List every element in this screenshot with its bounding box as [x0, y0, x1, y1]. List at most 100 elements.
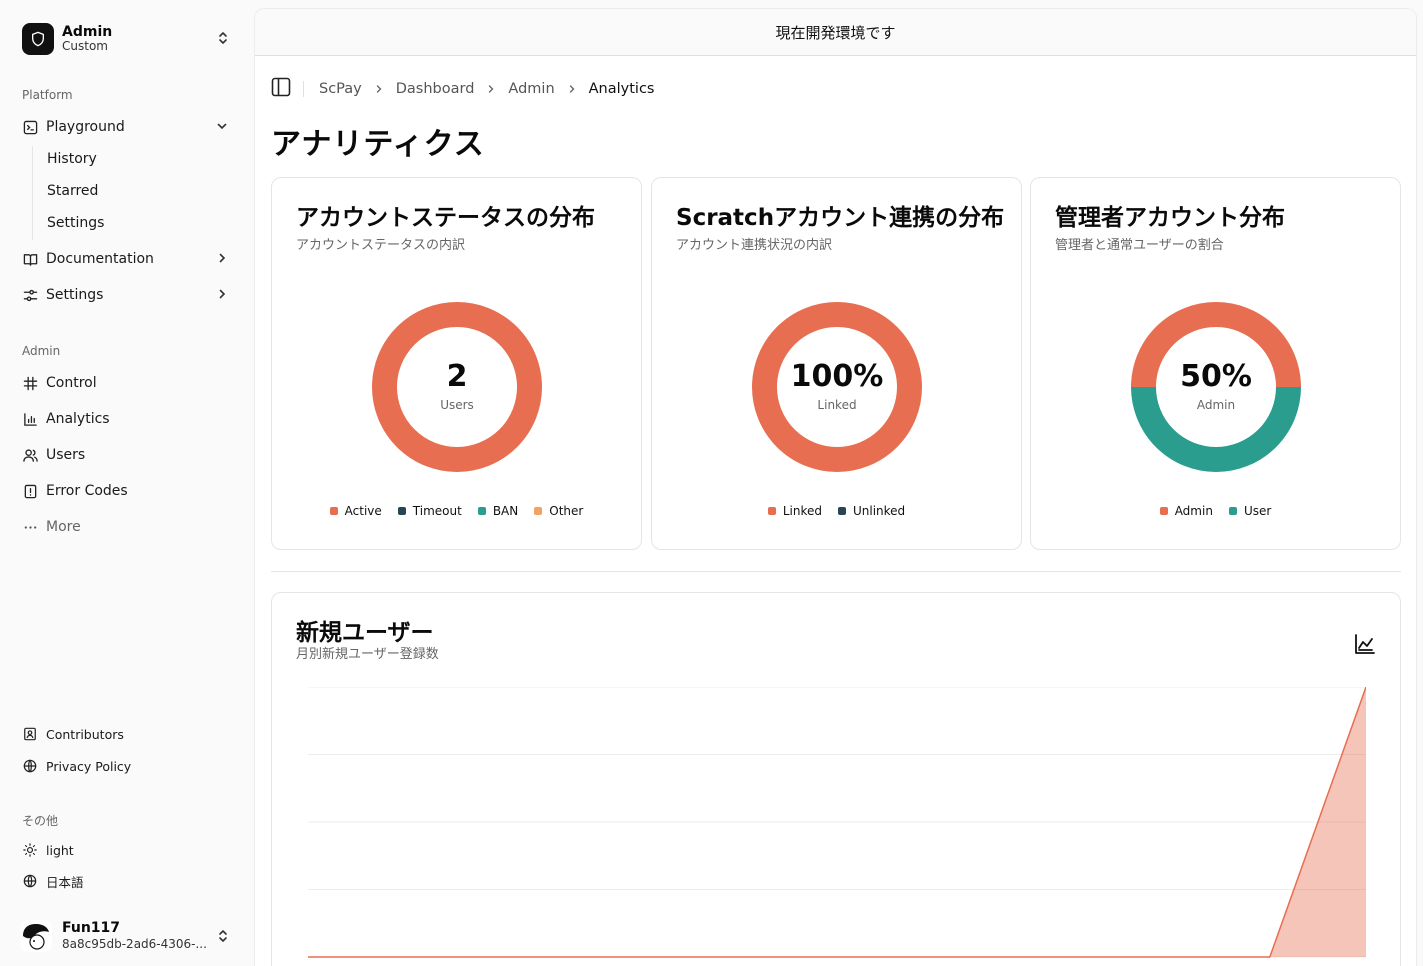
chevron-right-icon — [216, 288, 228, 304]
hash-icon — [22, 375, 38, 391]
donut-value: 100% — [790, 359, 884, 394]
legend-item-linked: Linked — [767, 504, 822, 518]
user-menu[interactable]: Fun117 8a8c95db-2ad6-4306-... — [14, 910, 240, 962]
card-title: アカウントステータスの分布 — [296, 205, 595, 231]
donut-value: 2 — [446, 359, 468, 394]
terminal-icon — [22, 119, 38, 135]
globe-icon — [22, 873, 38, 889]
sidebar-item-label: Error Codes — [46, 483, 128, 499]
legend-item-user: User — [1228, 504, 1271, 518]
legend-item-admin: Admin — [1159, 504, 1213, 518]
breadcrumb: ScPay Dashboard Admin Analytics — [319, 81, 655, 97]
legend-item-unlinked: Unlinked — [837, 504, 905, 518]
sidebar-item-playground[interactable]: Playground — [14, 112, 240, 142]
team-name: Admin — [62, 24, 113, 41]
chevron-right-icon — [567, 84, 577, 94]
breadcrumb-dashboard[interactable]: Dashboard — [396, 81, 475, 97]
sidebar-item-error-codes[interactable]: Error Codes — [14, 476, 240, 506]
users-icon — [22, 447, 38, 463]
card-subtitle: アカウント連携状況の内訳 — [676, 238, 833, 253]
language-toggle[interactable]: 日本語 — [14, 866, 240, 896]
donut-center: 50% Admin — [1131, 302, 1301, 472]
book-icon — [22, 251, 38, 267]
scratch-link-card: Scratchアカウント連携の分布 アカウント連携状況の内訳 100% Link… — [651, 177, 1022, 550]
platform-group-label: Platform — [22, 88, 73, 102]
topbar-separator — [303, 81, 304, 97]
sidebar-item-label: Analytics — [46, 411, 110, 427]
card-subtitle: アカウントステータスの内訳 — [296, 238, 466, 253]
legend: Linked Unlinked — [652, 504, 1021, 518]
topbar: ScPay Dashboard Admin Analytics — [271, 77, 655, 101]
sidebar-item-documentation[interactable]: Documentation — [14, 244, 240, 274]
donut-value: 50% — [1180, 359, 1252, 394]
chevron-down-icon — [216, 120, 228, 136]
account-status-card: アカウントステータスの分布 アカウントステータスの内訳 2 Users Acti… — [271, 177, 642, 550]
sidebar-item-users[interactable]: Users — [14, 440, 240, 470]
donut-label: Users — [440, 398, 474, 412]
card-subtitle: 月別新規ユーザー登録数 — [296, 647, 439, 662]
sidebar-item-more[interactable]: More — [14, 512, 240, 542]
avatar — [20, 920, 52, 952]
chevron-right-icon — [374, 84, 384, 94]
breadcrumb-scpay[interactable]: ScPay — [319, 81, 362, 97]
page-title: アナリティクス — [271, 127, 485, 162]
sidebar-item-privacy-policy[interactable]: Privacy Policy — [14, 751, 240, 781]
team-switcher[interactable]: Admin Custom — [14, 14, 240, 64]
sidebar-item-contributors[interactable]: Contributors — [14, 719, 240, 749]
language-label: 日本語 — [46, 874, 84, 890]
contact-icon — [22, 726, 38, 742]
sidebar-item-label: Playground — [46, 119, 125, 135]
sidebar-item-label: Control — [46, 375, 97, 391]
globe-lock-icon — [22, 758, 38, 774]
donut-label: Linked — [817, 398, 857, 412]
sidebar-item-label: Documentation — [46, 251, 154, 267]
sidebar-item-label: Privacy Policy — [46, 758, 132, 774]
new-users-area-chart — [308, 687, 1366, 958]
sidebar-item-analytics[interactable]: Analytics — [14, 404, 240, 434]
team-plan: Custom — [62, 39, 108, 54]
sidebar-item-label: Contributors — [46, 726, 124, 742]
sidebar-subitem-settings[interactable]: Settings — [38, 209, 104, 237]
sidebar-item-label: Users — [46, 447, 86, 463]
legend: Active Timeout BAN Other — [272, 504, 641, 518]
main-panel: 現在開発環境です ScPay Dashboard Admin Analytics… — [254, 8, 1417, 966]
sun-icon — [22, 842, 38, 858]
other-group-label: その他 — [22, 814, 59, 828]
submenu-line — [32, 146, 33, 240]
donut-center: 2 Users — [372, 302, 542, 472]
legend-item-other: Other — [534, 504, 583, 518]
shield-icon — [22, 23, 54, 55]
theme-label: light — [46, 842, 74, 858]
breadcrumb-analytics: Analytics — [588, 81, 655, 97]
sidebar-item-control[interactable]: Control — [14, 368, 240, 398]
user-id: 8a8c95db-2ad6-4306-... — [62, 937, 207, 952]
theme-toggle[interactable]: light — [14, 835, 240, 865]
sidebar-toggle-icon[interactable] — [271, 77, 291, 101]
new-users-card: 新規ユーザー 月別新規ユーザー登録数 — [271, 592, 1401, 966]
chevron-right-icon — [486, 84, 496, 94]
sliders-icon — [22, 287, 38, 303]
sidebar-subitem-history[interactable]: History — [38, 145, 97, 173]
more-icon — [22, 519, 38, 535]
chevrons-up-down-icon — [216, 928, 230, 948]
legend-item-ban: BAN — [477, 504, 518, 518]
section-divider — [271, 571, 1401, 572]
donut-center: 100% Linked — [752, 302, 922, 472]
environment-banner: 現在開発環境です — [255, 9, 1416, 56]
sidebar-item-settings[interactable]: Settings — [14, 280, 240, 310]
admin-group-label: Admin — [22, 344, 61, 358]
legend-item-timeout: Timeout — [397, 504, 462, 518]
breadcrumb-admin[interactable]: Admin — [508, 81, 554, 97]
sidebar-item-label: More — [46, 519, 81, 535]
bar-chart-icon — [22, 411, 38, 427]
sidebar-subitem-starred[interactable]: Starred — [38, 177, 98, 205]
card-title: 新規ユーザー — [296, 620, 434, 646]
legend: Admin User — [1031, 504, 1400, 518]
card-subtitle: 管理者と通常ユーザーの割合 — [1055, 238, 1224, 253]
card-title: Scratchアカウント連携の分布 — [676, 205, 1005, 231]
donut-label: Admin — [1196, 398, 1236, 412]
area-chart-icon[interactable] — [1354, 633, 1376, 659]
user-name: Fun117 — [62, 920, 121, 937]
chevron-right-icon — [216, 252, 228, 268]
sidebar: Admin Custom Platform Playground History… — [0, 0, 254, 966]
